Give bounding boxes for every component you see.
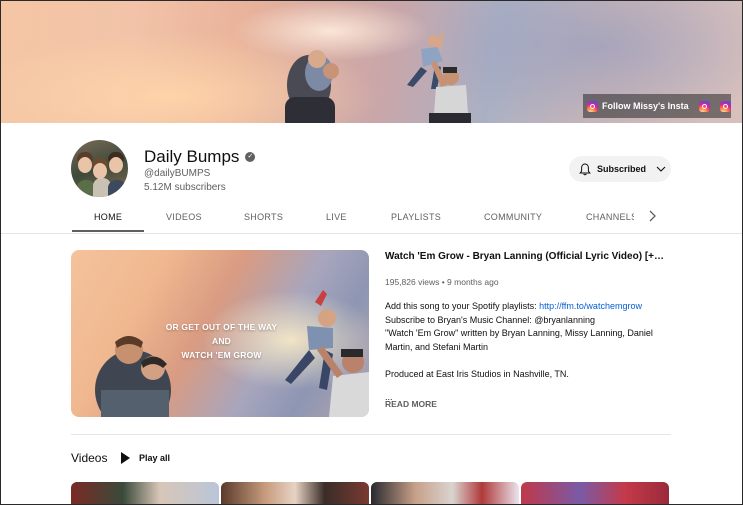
instagram-icon[interactable] — [719, 100, 731, 112]
youtube-channel-page: Follow Missy's Insta Daily Bumps ✓ @dail… — [0, 0, 743, 505]
upload-age: 9 months ago — [447, 277, 499, 287]
play-all-button[interactable]: Play all — [121, 452, 170, 464]
tab-videos[interactable]: VIDEOS — [166, 212, 202, 222]
read-more-button[interactable]: READ MORE — [385, 399, 437, 409]
meta-separator: • — [439, 277, 448, 287]
subscribed-label: Subscribed — [597, 164, 647, 174]
tab-community[interactable]: COMMUNITY — [484, 212, 542, 222]
banner-link-label[interactable]: Follow Missy's Insta — [602, 101, 689, 111]
thumbnail-caption-line-2: WATCH 'EM GROW — [181, 350, 262, 360]
subscriber-count: 5.12M subscribers — [144, 182, 226, 193]
banner-family-silhouette — [285, 33, 471, 123]
channel-name-text: Daily Bumps — [144, 147, 240, 166]
tab-channels[interactable]: CHANNELS — [586, 212, 634, 222]
bell-icon — [579, 162, 591, 175]
spotify-link[interactable]: http://ffm.to/watchemgrow — [539, 301, 642, 311]
tab-live[interactable]: LIVE — [326, 212, 347, 222]
featured-video-title[interactable]: Watch 'Em Grow - Bryan Lanning (Official… — [385, 251, 665, 262]
description-line: Add this song to your Spotify playlists:… — [385, 300, 675, 314]
tab-shorts[interactable]: SHORTS — [244, 212, 283, 222]
video-shelf-thumbnails — [71, 482, 669, 504]
channel-tabs: HOME VIDEOS SHORTS LIVE PLAYLISTS COMMUN… — [71, 201, 671, 233]
video-thumbnail[interactable] — [521, 482, 669, 504]
active-tab-indicator — [72, 230, 144, 232]
banner-social-links[interactable]: Follow Missy's Insta — [583, 94, 731, 118]
channel-handle: @dailyBUMPS — [144, 168, 211, 179]
tab-home[interactable]: HOME — [94, 212, 122, 222]
play-all-label: Play all — [139, 453, 171, 463]
thumbnail-caption: OR GET OUT OF THE WAY AND WATCH 'EM GROW — [164, 320, 279, 362]
featured-video-meta: 195,826 views • 9 months ago — [385, 277, 499, 287]
instagram-icon[interactable] — [698, 100, 710, 112]
play-icon — [121, 452, 130, 464]
chevron-right-icon[interactable] — [645, 209, 659, 223]
subscribed-button[interactable]: Subscribed — [569, 156, 671, 182]
tabs-divider — [1, 233, 742, 234]
channel-banner: Follow Missy's Insta — [1, 1, 742, 123]
description-line: Martin, and Stefani Martin — [385, 341, 489, 352]
video-thumbnail[interactable] — [371, 482, 519, 504]
description-text: Add this song to your Spotify playlists: — [385, 301, 540, 311]
section-divider — [71, 434, 671, 435]
description-line: Produced at East Iris Studios in Nashvil… — [385, 368, 569, 379]
channel-avatar[interactable] — [71, 140, 128, 197]
tab-playlists[interactable]: PLAYLISTS — [391, 212, 441, 222]
instagram-icon — [587, 100, 598, 112]
videos-shelf-heading[interactable]: Videos — [71, 451, 107, 465]
description-line: "Watch 'Em Grow" written by Bryan Lannin… — [385, 328, 653, 338]
channel-name: Daily Bumps ✓ — [144, 147, 256, 167]
chevron-down-icon — [656, 166, 666, 172]
featured-video-thumbnail[interactable]: OR GET OUT OF THE WAY AND WATCH 'EM GROW — [71, 250, 369, 417]
verified-check-icon: ✓ — [245, 152, 256, 162]
featured-video-description: Add this song to your Spotify playlists:… — [385, 300, 675, 404]
video-thumbnail[interactable] — [221, 482, 369, 504]
video-thumbnail[interactable] — [71, 482, 219, 504]
description-line: Subscribe to Bryan's Music Channel: @bry… — [385, 314, 595, 325]
thumbnail-caption-line-1: OR GET OUT OF THE WAY AND — [165, 322, 278, 346]
view-count: 195,826 views — [385, 277, 440, 287]
